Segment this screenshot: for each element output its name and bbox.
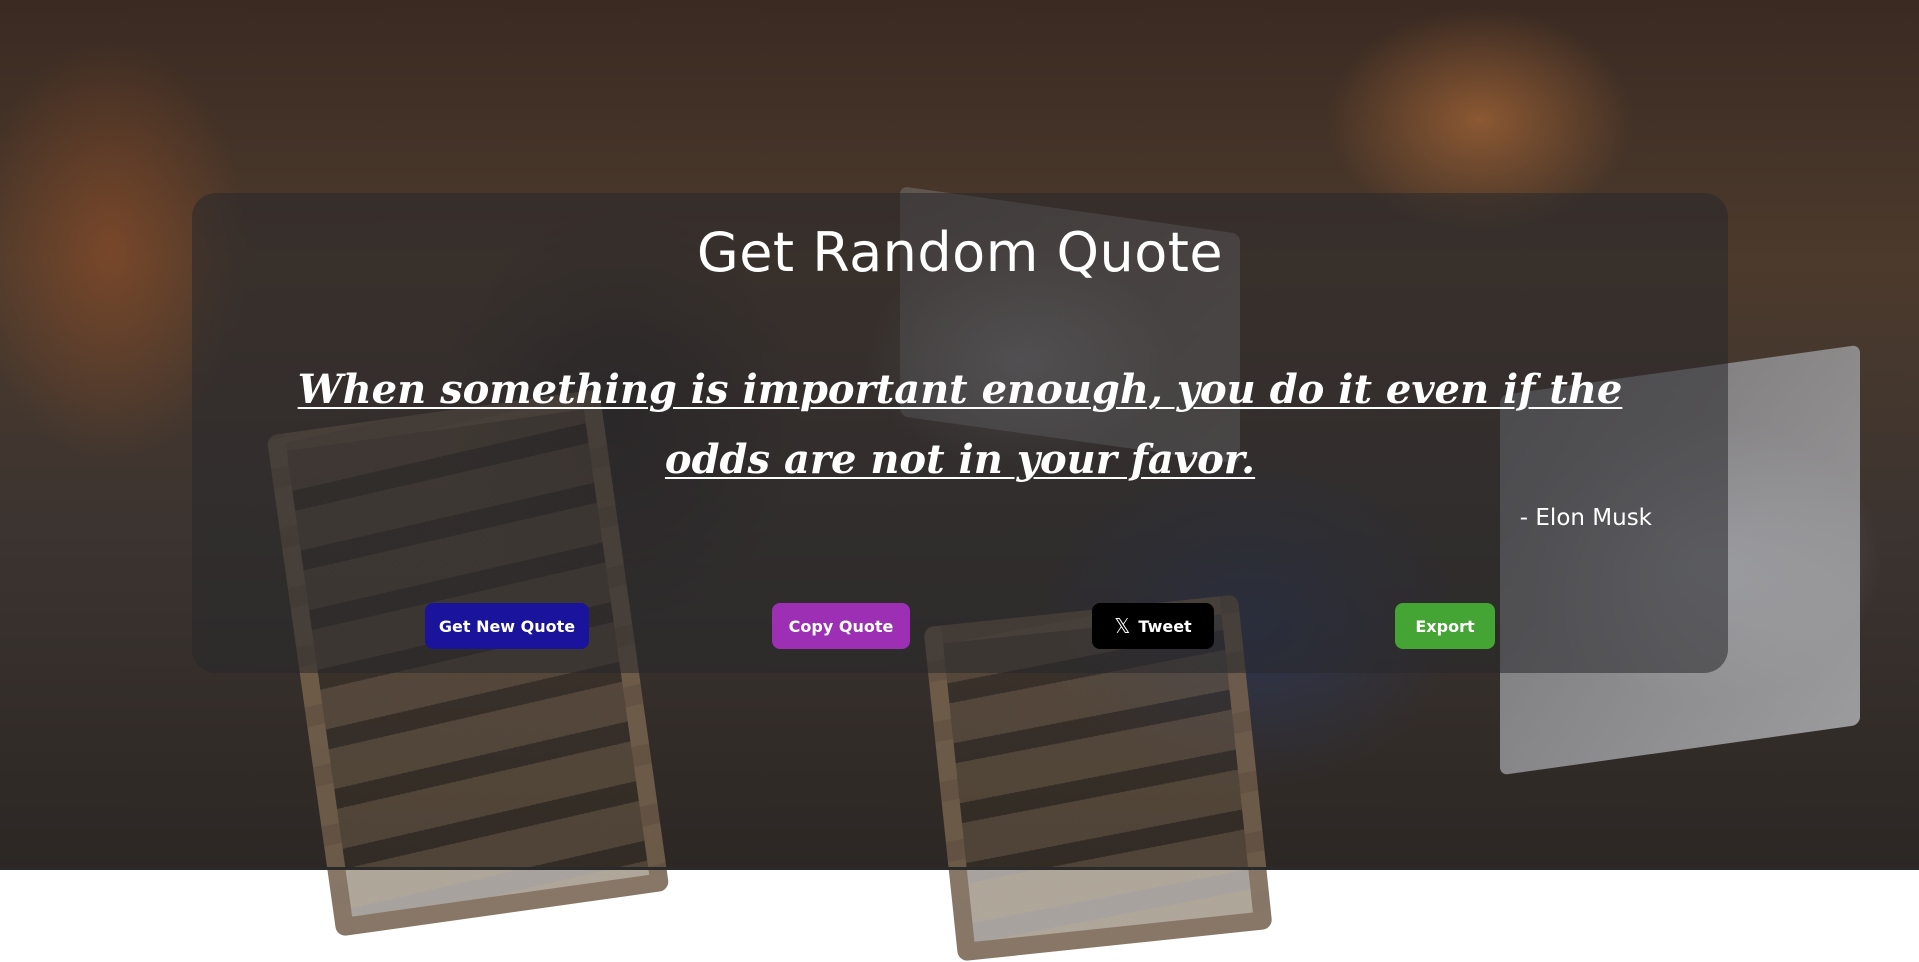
get-new-quote-label: Get New Quote [438,616,576,636]
export-label: Export [1415,616,1475,636]
page-title: Get Random Quote [696,221,1224,284]
quote-container: When something is important enough, you … [264,355,1656,495]
get-new-quote-button[interactable]: Get New Quote [425,603,589,649]
quote-card: Get Random Quote When something is impor… [192,193,1728,673]
x-logo-icon: 𝕏 [1114,614,1131,638]
tweet-label: Tweet [1138,616,1192,636]
tweet-button[interactable]: 𝕏 Tweet [1092,603,1214,649]
quote-text: When something is important enough, you … [297,366,1623,483]
quote-author: - Elon Musk [1519,505,1652,531]
export-button[interactable]: Export [1395,603,1495,649]
copy-quote-button[interactable]: Copy Quote [772,603,910,649]
copy-quote-label: Copy Quote [788,616,894,636]
